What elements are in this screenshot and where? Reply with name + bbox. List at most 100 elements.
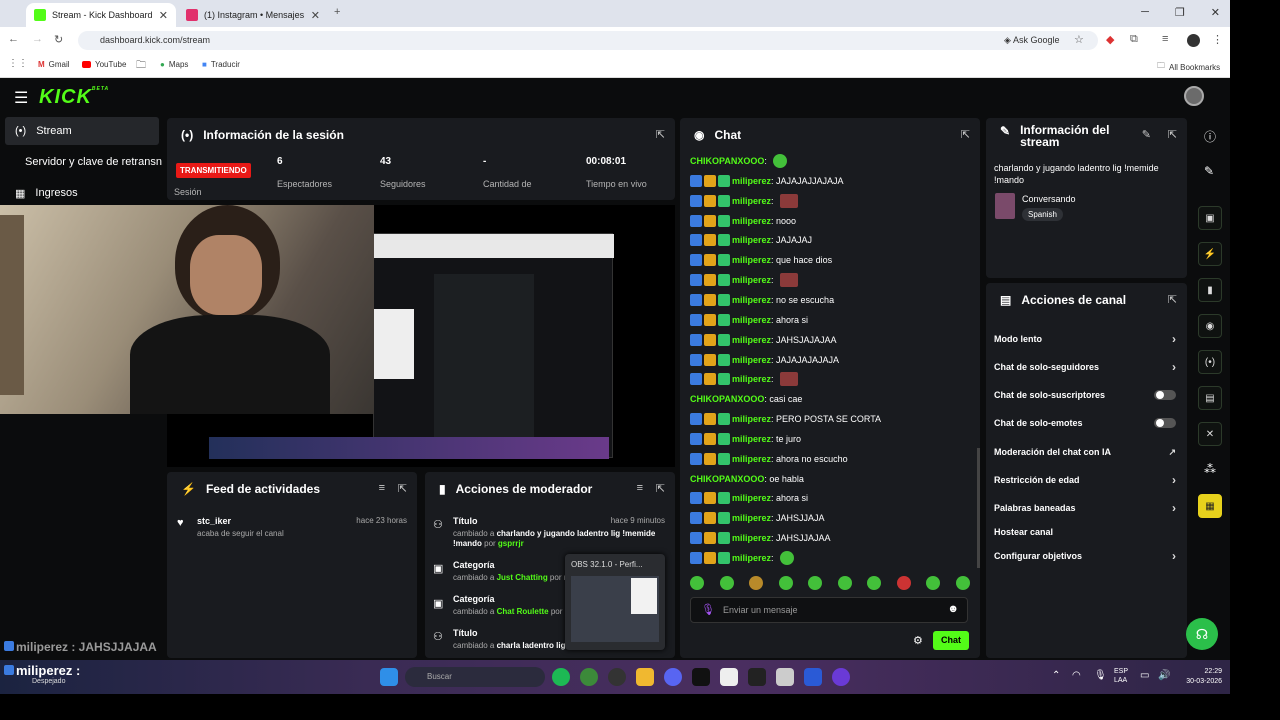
bookmark-youtube[interactable]: YouTube [82,60,126,69]
action-ai-moderation[interactable]: Moderación del chat con IA ↗ [994,444,1176,460]
menu-icon[interactable]: ⋮ [1212,33,1223,46]
rail-camera-button[interactable]: ▣ [1198,206,1222,230]
activity-user[interactable]: stc_iker [197,516,231,526]
minimize-icon[interactable]: ─ [1141,6,1149,19]
network-icon[interactable]: ◠ [1072,670,1081,681]
sidebar-item-stream[interactable]: (•) Stream [5,117,159,145]
new-tab-icon[interactable]: + [334,6,340,18]
discord-icon[interactable] [664,668,682,686]
url-field[interactable]: dashboard.kick.com/stream [78,31,1098,50]
chat-username[interactable]: miliperez [732,434,771,444]
rail-wrench-button[interactable]: ✕ [1198,422,1222,446]
chat-username[interactable]: miliperez [732,493,771,503]
app-icon[interactable] [804,668,822,686]
mic-tray-icon[interactable]: 🎙 [1094,670,1107,681]
tray-chevron-icon[interactable]: ⌃ [1052,670,1060,681]
action-age-restriction[interactable]: Restricción de edad › [994,472,1176,488]
star-icon[interactable]: ☆ [1074,33,1084,46]
action-slow-mode[interactable]: Modo lento › [994,331,1176,347]
action-configure-goals[interactable]: Configurar objetivos › [994,548,1176,564]
chat-username[interactable]: miliperez [732,335,771,345]
edit-icon[interactable]: ✎ [1142,128,1151,141]
app-icon[interactable] [832,668,850,686]
spotify-icon[interactable] [552,668,570,686]
rail-broadcast-button[interactable]: (•) [1198,350,1222,374]
action-followers-only[interactable]: Chat de solo-seguidores › [994,359,1176,375]
emote-icon[interactable] [926,576,941,590]
windows-start-icon[interactable] [380,668,398,686]
media-icon[interactable]: ≡ [1162,33,1168,45]
popout-icon[interactable]: ⇱ [656,128,665,141]
emote-icon[interactable] [808,576,823,590]
popout-icon[interactable]: ⇱ [1168,293,1177,306]
close-tab-icon[interactable]: ✕ [311,9,320,22]
chat-username[interactable]: miliperez [732,454,771,464]
taskbar-search[interactable]: Buscar [405,667,545,687]
ask-google-button[interactable]: ◈ Ask Google [1004,35,1059,46]
chat-scrollbar[interactable] [977,448,980,568]
obs-taskbar-preview[interactable]: OBS 32.1.0 - Perfi... [565,554,665,650]
emoji-icon[interactable]: ☻ [947,603,959,615]
chat-username[interactable]: miliperez [732,553,771,563]
rail-activity-button[interactable]: ⚡ [1198,242,1222,266]
sidebar-item-ingresos[interactable]: ▦ Ingresos [5,179,159,207]
hamburger-menu-icon[interactable]: ☰ [14,88,28,108]
subscribers-only-toggle[interactable] [1154,390,1176,400]
emote-icon[interactable] [837,576,852,590]
action-subscribers-only[interactable]: Chat de solo-suscriptores [994,387,1176,403]
user-avatar[interactable] [1184,86,1204,106]
close-tab-icon[interactable]: ✕ [159,9,168,22]
action-host-channel[interactable]: Hostear canal [994,524,1176,540]
microphone-icon[interactable]: 🎙 [701,603,715,616]
popout-icon[interactable]: ⇱ [961,128,970,141]
chat-username[interactable]: miliperez [732,235,771,245]
emote-icon[interactable] [778,576,793,590]
action-banned-words[interactable]: Palabras baneadas › [994,500,1176,516]
chat-username[interactable]: miliperez [732,533,771,543]
action-emotes-only[interactable]: Chat de solo-emotes [994,415,1176,431]
support-headset-button[interactable]: ☊ [1186,618,1218,650]
chat-username[interactable]: miliperez [732,196,771,206]
back-icon[interactable]: ← [8,33,19,45]
bookmark-gmail[interactable]: M Gmail [38,60,70,69]
bookmark-maps[interactable]: ● Maps [160,60,188,69]
rail-yellow-button[interactable]: ▦ [1198,494,1222,518]
edit-icon[interactable]: ✎ [1204,164,1214,178]
close-window-icon[interactable]: ✕ [1211,6,1220,19]
chat-username[interactable]: miliperez [732,414,771,424]
chat-input[interactable]: 🎙 Enviar un mensaje ☻ [690,597,968,623]
chat-username[interactable]: miliperez [732,176,771,186]
emotes-only-toggle[interactable] [1154,418,1176,428]
rail-document-button[interactable]: ▮ [1198,278,1222,302]
popout-icon[interactable]: ⇱ [1168,128,1177,141]
chat-username[interactable]: miliperez [732,513,771,523]
chat-username[interactable]: CHIKOPANXOOO [690,394,764,404]
folder-icon[interactable]: 🗀 [136,58,146,75]
chat-username[interactable]: miliperez [732,374,771,384]
emote-icon[interactable] [955,576,970,590]
chat-settings-icon[interactable]: ⚙ [913,634,923,647]
filter-icon[interactable]: ≡ [637,482,643,494]
display-icon[interactable]: ▭ [1140,670,1149,681]
maximize-icon[interactable]: ❐ [1175,6,1185,19]
obs-icon[interactable] [608,668,626,686]
emote-icon[interactable] [896,576,911,590]
emote-icon[interactable] [690,576,704,590]
bookmark-traducir[interactable]: ■ Traducir [202,60,240,69]
chat-username[interactable]: miliperez [732,355,771,365]
kick-logo[interactable]: KICKBETA [39,86,109,109]
apps-grid-icon[interactable]: ⋮⋮ [8,58,28,69]
info-icon[interactable]: ⓘ [1204,128,1216,145]
puzzle-icon[interactable]: ⧉ [1130,33,1138,46]
sidebar-item-server-key[interactable]: Servidor y clave de retransn [5,148,175,176]
chat-username[interactable]: miliperez [732,255,771,265]
emote-icon[interactable] [749,576,764,590]
chat-username[interactable]: miliperez [732,216,771,226]
extension-icon[interactable]: ◆ [1106,33,1114,46]
emote-icon[interactable] [867,576,882,590]
chat-username[interactable]: miliperez [732,315,771,325]
file-explorer-icon[interactable] [636,668,654,686]
chrome-icon[interactable] [580,668,598,686]
chat-username[interactable]: miliperez [732,275,771,285]
forward-icon[interactable]: → [32,33,43,45]
